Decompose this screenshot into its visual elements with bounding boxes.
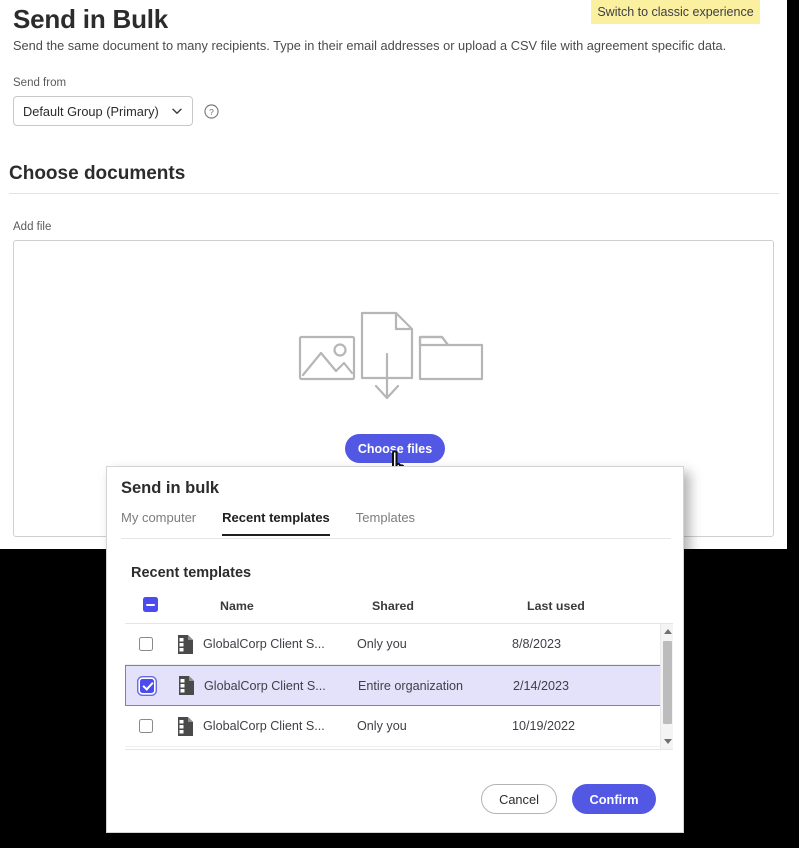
modal-title: Send in bulk xyxy=(121,479,219,498)
scroll-up-arrow-icon[interactable] xyxy=(661,624,674,639)
tabs-divider xyxy=(121,538,671,539)
send-from-label: Send from xyxy=(13,77,66,89)
modal-footer: Cancel Confirm xyxy=(107,766,683,832)
tab-recent-templates[interactable]: Recent templates xyxy=(222,510,330,536)
row-name: GlobalCorp Client S... xyxy=(204,679,358,693)
switch-to-classic-experience-banner[interactable]: Switch to classic experience xyxy=(591,0,760,24)
row-name: GlobalCorp Client S... xyxy=(203,637,357,651)
row-last-used: 10/19/2022 xyxy=(512,719,673,733)
svg-text:?: ? xyxy=(209,107,214,117)
page-title: Send in Bulk xyxy=(13,4,168,35)
table-row[interactable]: GlobalCorp Client S... Only you 8/8/2023 xyxy=(125,624,673,665)
table-row[interactable]: GlobalCorp Client S... Entire organizati… xyxy=(125,665,673,706)
scrollbar-thumb[interactable] xyxy=(663,641,672,724)
folder-icon xyxy=(420,337,482,379)
recent-templates-heading: Recent templates xyxy=(131,565,251,581)
scroll-down-arrow-icon[interactable] xyxy=(661,734,674,749)
tab-my-computer[interactable]: My computer xyxy=(121,510,196,536)
row-shared: Entire organization xyxy=(358,679,513,693)
chevron-down-icon xyxy=(171,105,183,117)
image-icon xyxy=(300,337,354,379)
row-name: GlobalCorp Client S... xyxy=(203,719,357,733)
row-checkbox[interactable] xyxy=(140,679,154,693)
templates-table: GlobalCorp Client S... Only you 8/8/2023 xyxy=(125,623,673,750)
help-circle-icon[interactable]: ? xyxy=(204,104,219,119)
table-scrollbar[interactable] xyxy=(660,624,673,749)
section-divider xyxy=(9,193,779,194)
row-checkbox-cell xyxy=(126,679,168,693)
row-icon-cell xyxy=(168,676,204,695)
tab-templates[interactable]: Templates xyxy=(356,510,415,536)
table-row[interactable]: GlobalCorp Client S... Only you 10/19/20… xyxy=(125,706,673,747)
modal-tabs: My computer Recent templates Templates xyxy=(121,510,415,536)
dropzone-illustration xyxy=(294,297,494,407)
row-icon-cell xyxy=(167,635,203,654)
row-shared: Only you xyxy=(357,637,512,651)
confirm-button[interactable]: Confirm xyxy=(572,784,656,814)
row-last-used: 8/8/2023 xyxy=(512,637,673,651)
row-checkbox[interactable] xyxy=(139,719,153,733)
column-header-name[interactable]: Name xyxy=(220,599,254,613)
send-from-select[interactable]: Default Group (Primary) xyxy=(13,96,193,126)
row-checkbox-cell xyxy=(125,719,167,733)
select-all-checkbox[interactable] xyxy=(143,597,158,612)
document-upload-icon xyxy=(362,313,412,398)
choose-documents-heading: Choose documents xyxy=(9,163,185,185)
add-file-label: Add file xyxy=(13,221,51,233)
table-header: Name Shared Last used xyxy=(131,597,673,619)
send-in-bulk-modal: Send in bulk My computer Recent template… xyxy=(106,466,684,833)
template-file-icon xyxy=(179,676,194,695)
page-subtitle: Send the same document to many recipient… xyxy=(13,38,726,53)
send-from-value: Default Group (Primary) xyxy=(23,104,171,119)
column-header-last-used[interactable]: Last used xyxy=(527,599,585,613)
row-icon-cell xyxy=(167,717,203,736)
column-header-shared[interactable]: Shared xyxy=(372,599,414,613)
choose-files-button[interactable]: Choose files xyxy=(345,434,445,463)
row-last-used: 2/14/2023 xyxy=(513,679,672,693)
row-checkbox-cell xyxy=(125,637,167,651)
row-shared: Only you xyxy=(357,719,512,733)
template-file-icon xyxy=(178,635,193,654)
cancel-button[interactable]: Cancel xyxy=(481,784,557,814)
template-file-icon xyxy=(178,717,193,736)
screenshot-root: Switch to classic experience Send in Bul… xyxy=(0,0,799,848)
row-checkbox[interactable] xyxy=(139,637,153,651)
